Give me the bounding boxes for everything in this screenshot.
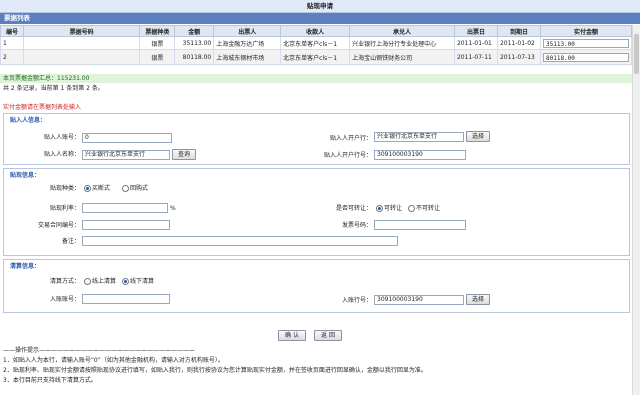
tip-line: 1．如贴入人为本行，请输入账号“0”（如为其他金融机构，请输入对方机构账号）。 [3,357,224,364]
paid-amount-input[interactable]: 80118.00 [543,52,629,62]
settle-online-label: 线上清算 [92,278,117,285]
invoice-input[interactable] [374,220,466,230]
col-header: 实付金额 [540,25,632,37]
cell-bill-no [22,49,141,65]
col-header: 编号 [0,25,24,37]
settle-offline-option[interactable]: 线下清算 [122,277,154,287]
cell-no: 2 [0,49,24,65]
paid-amount-input[interactable]: 35113.00 [543,38,629,48]
table-row[interactable]: 2 银票 80118.00 上海城东钢材市场 北京东单客户cls－1 上海宝山钢… [0,49,632,65]
bank-input[interactable]: 兴业银行北京东单支行 [374,132,464,142]
confirm-button[interactable]: 确 认 [278,330,306,341]
cell-acceptor: 兴业银行上海分行专业处理中心 [349,36,455,50]
settle-offline-label: 线下清算 [130,278,155,285]
bankno-label: 贴入人开户行号： [323,152,372,159]
col-header: 承兑人 [349,25,455,37]
remark-input[interactable] [82,236,398,246]
vertical-scrollbar[interactable] [632,25,640,395]
rate-label: 贴现利率： [49,205,80,212]
cell-paid: 80118.00 [540,49,632,65]
back-button[interactable]: 返 回 [314,330,342,341]
cell-drawer: 上海金融万达广场 [213,36,282,50]
col-header: 金额 [174,25,215,37]
tips-header: ——操作提示—————————————————————————— [3,347,196,354]
cell-paid: 35113.00 [540,36,632,50]
radio-icon [122,185,129,192]
account-label: 贴入人账号： [43,134,80,141]
credit-bankno-input[interactable]: 309100003190 [374,295,464,305]
col-header: 出票人 [213,25,282,37]
cell-amount: 35113.00 [174,36,215,50]
pager-text: 共 2 条记录，当前第 1 条到第 2 条。 [3,85,104,92]
scrollbar-thumb[interactable] [634,34,639,74]
select-bank-button[interactable]: 选择 [466,131,490,142]
table-row[interactable]: 1 银票 35113.00 上海金融万达广场 北京东单客户cls－1 兴业银行上… [0,36,632,50]
non-transferable-label: 不可转让 [416,205,441,212]
type-repurchase-label: 回购式 [130,185,149,192]
query-button[interactable]: 查询 [172,149,196,160]
amount-summary: 本页票据金额汇总：115231.00 [0,74,632,83]
cell-type: 银票 [139,36,176,50]
settle-mode-label: 清算方式： [49,278,80,285]
cell-bill-no [22,36,141,50]
col-header: 收款人 [280,25,351,37]
settle-online-option[interactable]: 线上清算 [84,277,116,287]
credit-bankno-label: 入账行号： [341,297,372,304]
contract-label: 交易合同编号： [37,222,80,229]
col-header: 出票日 [453,25,498,37]
cell-amount: 80118.00 [174,49,215,65]
rate-unit: % [170,205,176,212]
col-header: 票据种类 [139,25,176,37]
type-repurchase-option[interactable]: 回购式 [122,184,148,194]
bill-table: 编号 票据号码 票据种类 金额 出票人 收款人 承兑人 出票日 到期日 实付金额… [0,25,632,65]
radio-selected-icon [84,185,91,192]
cell-due-date: 2011-01-02 [496,36,542,50]
name-input[interactable]: 兴业银行北京东单支行 [82,150,170,160]
bank-label: 贴入人开户行： [329,135,372,142]
rate-input[interactable] [82,203,168,213]
tip-line: 3．本行目前只支持线下清算方式。 [3,377,97,384]
type-label: 贴现种类： [49,185,80,192]
cell-acceptor: 上海宝山钢铁财务公司 [349,49,455,65]
cell-type: 银票 [139,49,176,65]
paid-amount-note: 实付金额请在票据列表处输入 [3,104,82,111]
remark-label: 备注： [61,238,80,245]
transferable-option[interactable]: 可转让 [376,204,402,214]
operation-tips: ——操作提示—————————————————————————— 1．如贴入人为… [3,346,633,386]
settle-info-title: 清算信息： [10,263,41,270]
col-header: 到期日 [496,25,542,37]
radio-icon [84,278,91,285]
invoice-label: 发票号码： [341,222,372,229]
col-header: 票据号码 [22,25,141,37]
contract-input[interactable] [82,220,170,230]
type-buyout-option[interactable]: 买断式 [84,184,110,194]
discount-person-title: 贴入人信息： [10,117,47,124]
credit-account-label: 入账账号： [49,296,80,303]
name-label: 贴入人名称： [43,151,80,158]
transferable-label: 可转让 [384,205,403,212]
non-transferable-option[interactable]: 不可转让 [408,204,440,214]
account-input[interactable]: 0 [82,133,172,143]
discount-info-title: 贴现信息： [10,172,41,179]
radio-selected-icon [122,278,129,285]
type-buyout-label: 买断式 [92,185,111,192]
cell-payee: 北京东单客户cls－1 [280,49,351,65]
cell-issue-date: 2011-07-11 [453,49,498,65]
radio-icon [408,205,415,212]
table-header-row: 编号 票据号码 票据种类 金额 出票人 收款人 承兑人 出票日 到期日 实付金额 [0,25,632,37]
cell-no: 1 [0,36,24,50]
radio-selected-icon [376,205,383,212]
tip-line: 2．贴现利率、贴现实付金额请按照贴现协议进行填写，如贴入我行，则我行按协议为您计… [3,367,427,374]
cell-due-date: 2011-07-13 [496,49,542,65]
select-credit-bank-button[interactable]: 选择 [466,294,490,305]
credit-account-input[interactable] [82,294,170,304]
window-title: 贴现申请 [0,0,640,13]
cell-drawer: 上海城东钢材市场 [213,49,282,65]
cell-payee: 北京东单客户cls－1 [280,36,351,50]
transfer-label: 是否可转让： [335,205,372,212]
bankno-input[interactable]: 309100003190 [374,150,466,160]
bill-list-header: 票据列表 [0,13,640,24]
cell-issue-date: 2011-01-01 [453,36,498,50]
